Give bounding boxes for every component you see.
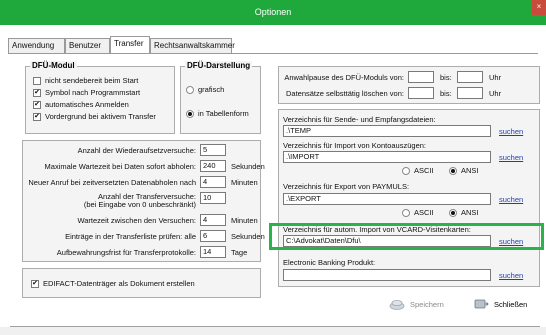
checkbox[interactable] [33,76,41,85]
send-receive-suchen-link[interactable]: suchen [499,127,523,136]
radio[interactable] [402,208,410,217]
aufbewahrung-label: Aufbewahrungsfrist für Transferprotokoll… [56,248,196,257]
radio[interactable] [449,208,457,217]
transferversuche-hint: (bei Eingabe von 0 unbeschränkt) [83,200,196,209]
wartezeit-unit: Sekunden [231,162,265,171]
vcard-highlight-box [269,223,544,250]
check-icon: ✔ [34,89,40,96]
warte-versuche-input[interactable]: 4 [200,214,226,226]
datensaetze-label: Datensätze selbsttätig löschen von: [286,89,404,98]
tab-anwendung[interactable]: Anwendung [8,38,65,54]
anwahlpause-bis-label: bis: [440,73,452,82]
export-paymuls-suchen-link[interactable]: suchen [499,195,523,204]
transferversuche-input[interactable]: 10 [200,192,226,204]
export-paymuls-input[interactable]: .\EXPORT [283,193,491,205]
option-grafisch[interactable]: grafisch [186,85,224,94]
anwahlpause-unit: Uhr [489,73,502,82]
import-konto-suchen-link[interactable]: suchen [499,153,523,162]
checkbox[interactable]: ✔ [33,88,41,97]
check-icon: ✔ [34,113,40,120]
tab-divider [8,53,538,54]
radio[interactable] [186,85,194,94]
import-ascii-option[interactable]: ASCII [402,166,434,175]
warte-versuche-unit: Minuten [231,216,258,225]
wartezeit-input[interactable]: 240 [200,160,226,172]
send-receive-label: Verzeichnis für Sende- und Empfangsdatei… [283,115,436,124]
checkbox[interactable]: ✔ [31,279,39,288]
title-bar: Optionen × [0,0,546,25]
check-icon: ✔ [34,101,40,108]
neuer-anruf-input[interactable]: 4 [200,176,226,188]
export-paymuls-label: Verzeichnis für Export von PAYMULS: [283,182,410,191]
send-receive-input[interactable]: .\TEMP [283,125,491,137]
option-tabellenform[interactable]: in Tabellenform [186,109,249,118]
anwahlpause-to-input[interactable] [457,71,483,83]
option-symbol-nach-programmstart[interactable]: ✔ Symbol nach Programmstart [33,88,140,97]
tab-rechtsanwaltskammer[interactable]: Rechtsanwaltskammer [150,38,235,54]
checkbox[interactable]: ✔ [33,100,41,109]
save-button[interactable]: Speichern [389,298,444,310]
wiederaufsetz-input[interactable]: 5 [200,144,226,156]
eintraege-unit: Sekunden [231,232,265,241]
radio[interactable] [449,166,457,175]
import-konto-input[interactable]: .\IMPORT [283,151,491,163]
neuer-anruf-unit: Minuten [231,178,258,187]
close-door-icon [474,299,489,309]
bottom-bar [0,327,546,335]
anwahlpause-label: Anwahlpause des DFÜ-Moduls von: [284,73,404,82]
datensaetze-unit: Uhr [489,89,502,98]
eintraege-label: Einträge in der Transferliste prüfen: al… [65,232,196,241]
datensaetze-to-input[interactable] [457,87,483,99]
dfu-modul-title: DFÜ-Modul [30,61,77,70]
aufbewahrung-input[interactable]: 14 [200,246,226,258]
dfu-darstellung-title: DFÜ-Darstellung [185,61,253,70]
radio[interactable] [402,166,410,175]
aufbewahrung-unit: Tage [231,248,248,257]
export-ansi-option[interactable]: ANSI [449,208,479,217]
anwahlpause-from-input[interactable] [408,71,434,83]
window-title: Optionen [254,7,292,17]
radio[interactable] [186,109,194,118]
option-nicht-sendebereit[interactable]: nicht sendebereit beim Start [33,76,138,85]
save-icon [389,300,405,310]
wiederaufsetz-label: Anzahl der Wiederaufsetzversuche: [77,146,196,155]
check-icon: ✔ [32,280,38,287]
wartezeit-label: Maximale Wartezeit bei Daten sofort abho… [44,162,196,171]
option-automatisches-anmelden[interactable]: ✔ automatisches Anmelden [33,100,129,109]
warte-versuche-label: Wartezeit zwischen den Versuchen: [77,216,196,225]
banking-input[interactable] [283,269,491,281]
import-ansi-option[interactable]: ANSI [449,166,479,175]
tab-transfer[interactable]: Transfer [110,36,150,54]
close-window-button[interactable]: × [532,0,546,15]
option-vordergrund[interactable]: ✔ Vordergrund bei aktivem Transfer [33,112,156,121]
datensaetze-bis-label: bis: [440,89,452,98]
eintraege-input[interactable]: 6 [200,230,226,242]
export-ascii-option[interactable]: ASCII [402,208,434,217]
close-button[interactable]: Schließen [473,298,527,310]
tab-benutzer[interactable]: Benutzer [65,38,110,54]
neuer-anruf-label: Neuer Anruf bei zeitversetzten Datenabho… [28,178,196,187]
import-konto-label: Verzeichnis für Import von Kontoauszügen… [283,141,426,150]
checkbox[interactable]: ✔ [33,112,41,121]
datensaetze-from-input[interactable] [408,87,434,99]
option-edifact[interactable]: ✔ EDIFACT-Datenträger als Dokument erste… [31,279,195,288]
dfu-darstellung-group [180,66,261,134]
banking-label: Electronic Banking Produkt: [283,258,376,267]
banking-suchen-link[interactable]: suchen [499,271,523,280]
